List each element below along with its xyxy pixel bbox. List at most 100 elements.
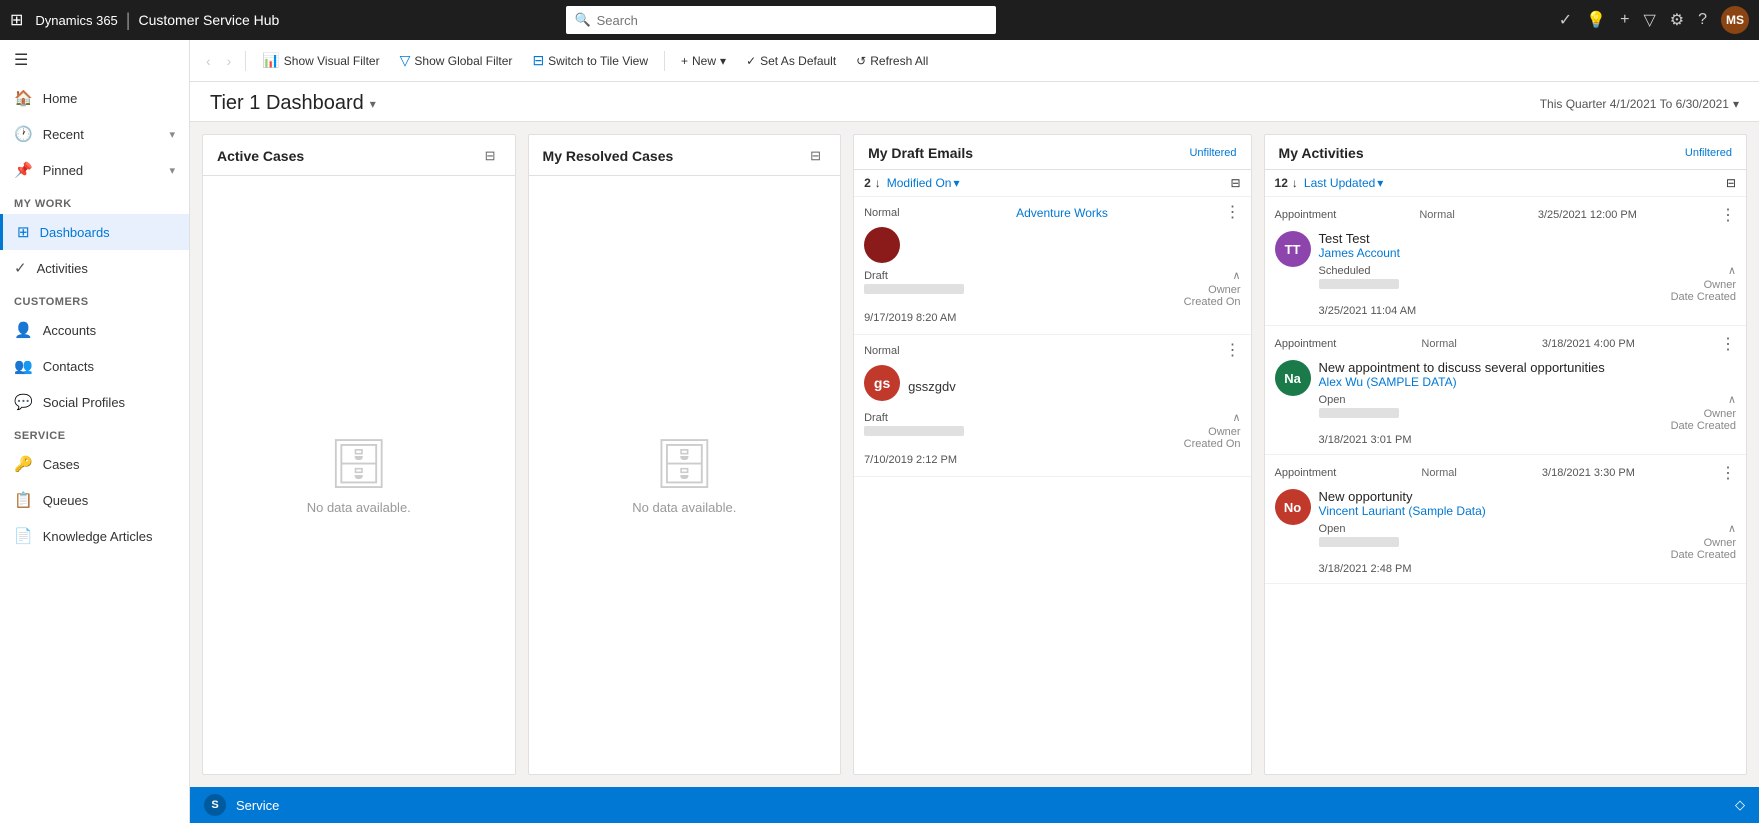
- email-2-name: gsszgdv: [908, 379, 956, 394]
- dashboard-title-area[interactable]: Tier 1 Dashboard ▾: [210, 92, 376, 115]
- service-section: Service: [0, 420, 189, 446]
- activity-1-status-row: Scheduled ∧: [1319, 264, 1736, 277]
- activity-2-name: New appointment to discuss several oppor…: [1319, 360, 1736, 375]
- activity-1-name: Test Test: [1319, 231, 1736, 246]
- sidebar-toggle[interactable]: ☰: [0, 40, 189, 80]
- activity-3-collapse[interactable]: ∧: [1728, 522, 1736, 535]
- activity-3-more-button[interactable]: ⋮: [1720, 463, 1736, 483]
- new-button[interactable]: + New ▾: [673, 50, 734, 72]
- email-1-more-button[interactable]: ⋮: [1225, 205, 1241, 221]
- email-1-owner-label: Owner: [1184, 284, 1241, 296]
- activity-1-meta: Owner Date Created: [1319, 277, 1736, 305]
- resolved-cases-empty-text: No data available.: [632, 500, 736, 515]
- avatar[interactable]: MS: [1721, 6, 1749, 34]
- dashboard-title: Tier 1 Dashboard: [210, 92, 364, 115]
- knowledge-icon: 📄: [14, 527, 33, 545]
- active-cases-view-toggle[interactable]: ⊟: [480, 145, 501, 167]
- search-bar[interactable]: 🔍: [566, 6, 996, 34]
- activity-3-company[interactable]: Vincent Lauriant (Sample Data): [1319, 504, 1736, 518]
- nav-divider: |: [126, 10, 131, 31]
- lightbulb-icon[interactable]: 💡: [1586, 10, 1606, 30]
- activity-3-time: 3/18/2021 3:30 PM: [1542, 467, 1635, 479]
- sidebar: ☰ 🏠 Home 🕐 Recent ▾ 📌 Pinned ▾ My Work ⊞…: [0, 40, 190, 823]
- sidebar-item-home[interactable]: 🏠 Home: [0, 80, 189, 116]
- email-1-account[interactable]: Adventure Works: [1016, 206, 1108, 220]
- main-layout: ☰ 🏠 Home 🕐 Recent ▾ 📌 Pinned ▾ My Work ⊞…: [0, 40, 1759, 823]
- sidebar-item-social-profiles[interactable]: 💬 Social Profiles: [0, 384, 189, 420]
- add-icon[interactable]: +: [1620, 11, 1629, 29]
- email-1-collapse[interactable]: ∧: [1232, 269, 1240, 282]
- refresh-icon: ↺: [856, 54, 866, 68]
- email-2-meta: Owner Created On: [864, 424, 1240, 452]
- bar-chart-icon: 📊: [262, 52, 279, 69]
- activity-1-more-button[interactable]: ⋮: [1720, 205, 1736, 225]
- activity-2-more-button[interactable]: ⋮: [1720, 334, 1736, 354]
- email-item-1-header: Normal Adventure Works ⋮: [864, 205, 1240, 221]
- sort-modified-on[interactable]: Modified On ▾: [887, 176, 960, 190]
- draft-count: 2 ↓: [864, 176, 881, 190]
- activity-item-1: Appointment Normal 3/25/2021 12:00 PM ⋮ …: [1265, 197, 1746, 326]
- active-cases-empty-text: No data available.: [307, 500, 411, 515]
- activities-count: 12 ↓: [1275, 176, 1298, 190]
- waffle-icon[interactable]: ⊞: [10, 10, 23, 30]
- sidebar-item-activities[interactable]: ✓ Activities: [0, 250, 189, 286]
- set-as-default-button[interactable]: ✓ Set As Default: [738, 50, 844, 72]
- email-item-2-header: Normal ⋮: [864, 343, 1240, 359]
- date-range-text: This Quarter 4/1/2021 To 6/30/2021: [1540, 97, 1729, 111]
- date-range-chevron-icon[interactable]: ▾: [1733, 97, 1739, 111]
- sidebar-item-accounts[interactable]: 👤 Accounts: [0, 312, 189, 348]
- search-input[interactable]: [597, 13, 989, 28]
- email-2-collapse[interactable]: ∧: [1232, 411, 1240, 424]
- activity-1-time: 3/25/2021 12:00 PM: [1538, 209, 1637, 221]
- refresh-all-button[interactable]: ↺ Refresh All: [848, 50, 936, 72]
- activity-1-company[interactable]: James Account: [1319, 246, 1736, 260]
- sidebar-item-knowledge-articles[interactable]: 📄 Knowledge Articles: [0, 518, 189, 554]
- activity-2-meta: Owner Date Created: [1319, 406, 1736, 434]
- help-icon[interactable]: ?: [1698, 11, 1707, 29]
- switch-tile-view-button[interactable]: ⊟ Switch to Tile View: [524, 48, 656, 73]
- bottom-bar-arrow-icon[interactable]: ◇: [1735, 797, 1745, 813]
- activity-3-status-row: Open ∧: [1319, 522, 1736, 535]
- email-1-date-row: 9/17/2019 8:20 AM: [864, 310, 1240, 326]
- sidebar-item-cases[interactable]: 🔑 Cases: [0, 446, 189, 482]
- show-visual-filter-button[interactable]: 📊 Show Visual Filter: [254, 48, 387, 73]
- active-cases-title: Active Cases: [217, 148, 304, 164]
- my-work-section: My Work: [0, 188, 189, 214]
- check-circle-icon[interactable]: ✓: [1559, 10, 1572, 30]
- email-2-more-button[interactable]: ⋮: [1225, 343, 1241, 359]
- resolved-cases-view-toggle[interactable]: ⊟: [805, 145, 826, 167]
- show-global-filter-button[interactable]: ▽ Show Global Filter: [392, 48, 521, 73]
- activity-2-blurred: [1319, 408, 1399, 418]
- activity-2-meta-right: Owner Date Created: [1671, 408, 1736, 432]
- sidebar-item-queues[interactable]: 📋 Queues: [0, 482, 189, 518]
- settings-icon[interactable]: ⚙: [1670, 10, 1684, 30]
- activities-sort-field[interactable]: Last Updated ▾: [1304, 176, 1383, 190]
- forward-button[interactable]: ›: [221, 49, 238, 73]
- email-2-status-row: Draft ∧: [864, 411, 1240, 424]
- activity-1-collapse[interactable]: ∧: [1728, 264, 1736, 277]
- bottom-bar: S Service ◇: [190, 787, 1759, 823]
- back-button[interactable]: ‹: [200, 49, 217, 73]
- activity-2-collapse[interactable]: ∧: [1728, 393, 1736, 406]
- sidebar-item-pinned[interactable]: 📌 Pinned ▾: [0, 152, 189, 188]
- activities-view-toggle[interactable]: ⊟: [1726, 176, 1736, 190]
- recent-expand-icon: ▾: [169, 128, 175, 141]
- draft-view-toggle[interactable]: ⊟: [1230, 176, 1240, 190]
- activity-1-owner-label: Owner: [1671, 279, 1736, 291]
- activity-2-company[interactable]: Alex Wu (SAMPLE DATA): [1319, 375, 1736, 389]
- email-2-meta-right: Owner Created On: [1184, 426, 1241, 450]
- dashboard-title-chevron[interactable]: ▾: [370, 97, 376, 111]
- sidebar-item-recent[interactable]: 🕐 Recent ▾: [0, 116, 189, 152]
- activity-item-3: Appointment Normal 3/18/2021 3:30 PM ⋮ N…: [1265, 455, 1746, 584]
- filter-icon[interactable]: ▽: [1643, 10, 1655, 30]
- sidebar-item-dashboards-label: Dashboards: [40, 225, 110, 240]
- activity-2-priority: Normal: [1421, 338, 1456, 350]
- resolved-cases-empty: 🗄 No data available.: [529, 176, 841, 774]
- activity-2-status: Open: [1319, 394, 1346, 406]
- sidebar-item-contacts[interactable]: 👥 Contacts: [0, 348, 189, 384]
- email-2-type: Normal: [864, 345, 899, 357]
- sort-arrow-icon[interactable]: ↓: [875, 176, 881, 190]
- activities-sort-arrow[interactable]: ↓: [1292, 176, 1298, 190]
- sidebar-item-dashboards[interactable]: ⊞ Dashboards: [0, 214, 189, 250]
- refresh-all-label: Refresh All: [870, 54, 928, 68]
